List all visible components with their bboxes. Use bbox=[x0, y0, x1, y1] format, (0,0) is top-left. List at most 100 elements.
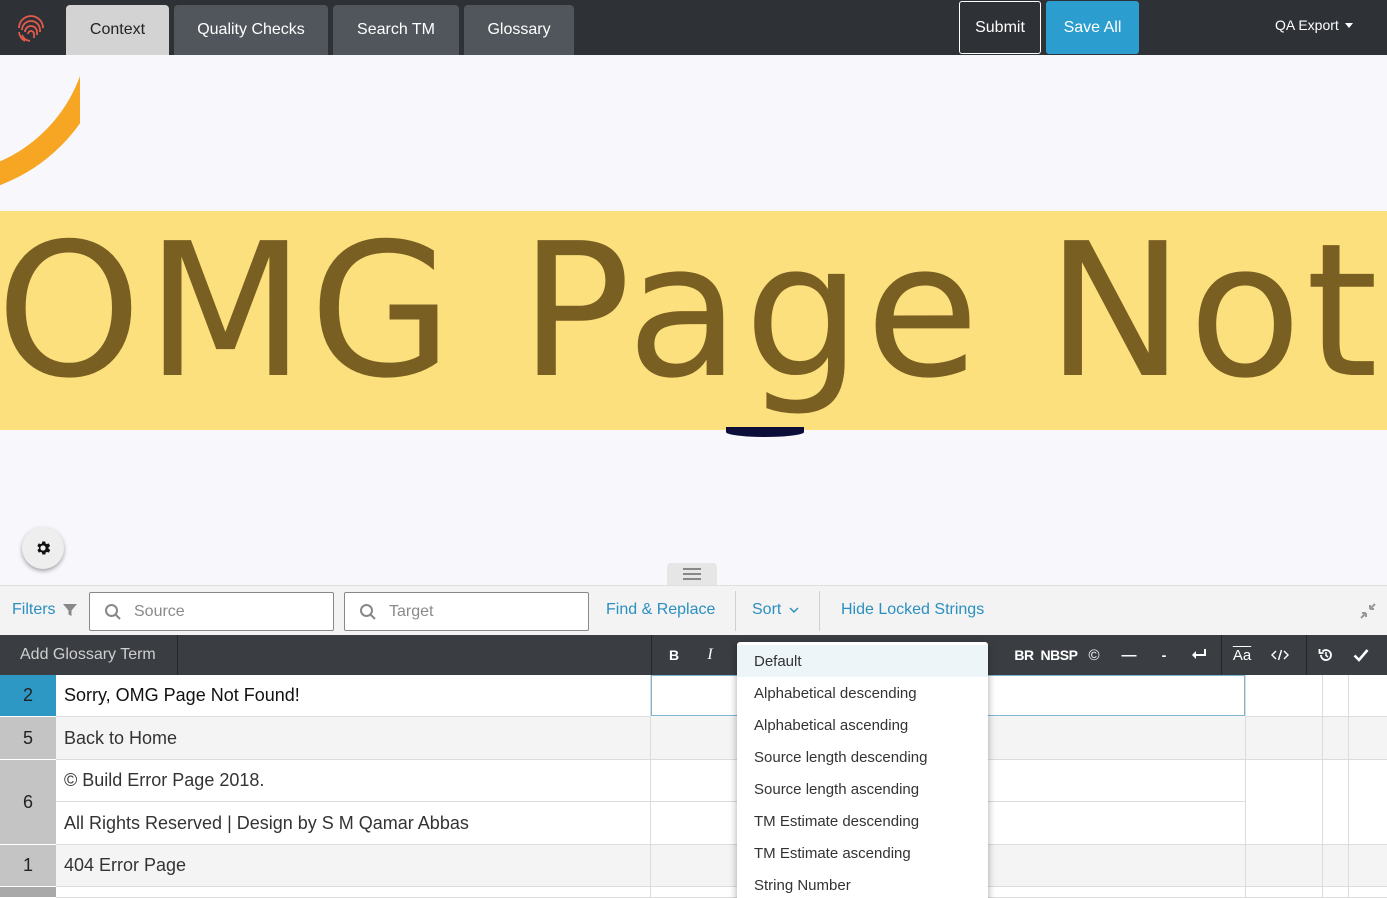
filters-button[interactable]: Filters bbox=[12, 601, 78, 619]
check-icon bbox=[1353, 649, 1369, 662]
table-row[interactable]: 2 Sorry, OMG Page Not Found! bbox=[0, 675, 1387, 717]
sort-option-alpha-desc[interactable]: Alphabetical descending bbox=[737, 677, 988, 709]
confirm-button[interactable] bbox=[1349, 635, 1373, 675]
source-cell[interactable]: 404 Error Page bbox=[56, 845, 651, 887]
context-preview: OMG Page Not F bbox=[0, 55, 1387, 585]
return-arrow-icon bbox=[1192, 649, 1206, 659]
hyphen-button[interactable]: - bbox=[1152, 635, 1176, 675]
code-icon bbox=[1271, 649, 1289, 661]
cell bbox=[1348, 845, 1387, 887]
banner-heading: OMG Page Not F bbox=[0, 211, 1387, 419]
cell bbox=[1245, 845, 1322, 887]
italic-button[interactable]: I bbox=[696, 635, 724, 675]
top-bar: Context Quality Checks Search TM Glossar… bbox=[0, 0, 1387, 55]
settings-button[interactable] bbox=[22, 527, 64, 569]
source-cell[interactable]: Sorry, OMG Page Not Found! bbox=[56, 675, 651, 717]
qa-export-label: QA Export bbox=[1275, 17, 1339, 33]
qa-export-dropdown[interactable]: QA Export bbox=[1275, 17, 1353, 33]
em-dash-button[interactable]: — bbox=[1117, 635, 1141, 675]
source-cell[interactable]: © Build Error Page 2018. bbox=[56, 760, 651, 802]
cell bbox=[1322, 760, 1348, 845]
table-row[interactable]: 5 Back to Home bbox=[0, 717, 1387, 760]
sort-button[interactable]: Sort bbox=[752, 601, 799, 619]
string-number bbox=[0, 887, 56, 898]
divider bbox=[735, 591, 736, 631]
search-icon bbox=[105, 603, 121, 620]
sort-option-length-asc[interactable]: Source length ascending bbox=[737, 773, 988, 805]
cell bbox=[1348, 675, 1387, 717]
sort-option-string-number[interactable]: String Number bbox=[737, 869, 988, 898]
sort-option-tm-asc[interactable]: TM Estimate ascending bbox=[737, 837, 988, 869]
target-search-input[interactable] bbox=[389, 602, 569, 621]
line-break-button[interactable]: BR bbox=[1012, 635, 1036, 675]
bold-button[interactable]: B bbox=[660, 635, 688, 675]
cell bbox=[1322, 845, 1348, 887]
history-icon bbox=[1318, 649, 1332, 661]
tab-context[interactable]: Context bbox=[66, 5, 169, 55]
divider bbox=[651, 635, 652, 675]
divider bbox=[1306, 635, 1307, 675]
tab-label: Quality Checks bbox=[197, 21, 305, 38]
tab-label: Search TM bbox=[357, 21, 435, 38]
decorative-shape bbox=[726, 427, 804, 437]
change-case-button[interactable]: Aa bbox=[1229, 635, 1255, 675]
cell bbox=[1245, 760, 1322, 845]
cell bbox=[1322, 717, 1348, 760]
sort-option-tm-desc[interactable]: TM Estimate descending bbox=[737, 805, 988, 837]
divider bbox=[1221, 635, 1222, 675]
table-row[interactable] bbox=[0, 887, 1387, 898]
undo-button[interactable] bbox=[1314, 635, 1338, 675]
cell bbox=[1348, 717, 1387, 760]
decorative-arc bbox=[0, 75, 80, 186]
source-cell[interactable]: All Rights Reserved | Design by S M Qama… bbox=[56, 802, 651, 845]
submit-button[interactable]: Submit bbox=[959, 1, 1041, 54]
add-glossary-term-button[interactable]: Add Glossary Term bbox=[0, 635, 178, 675]
menu-lines-icon bbox=[683, 568, 701, 580]
filter-icon bbox=[62, 604, 77, 616]
filters-label: Filters bbox=[12, 601, 56, 618]
sort-label: Sort bbox=[752, 601, 782, 618]
hide-locked-strings-button[interactable]: Hide Locked Strings bbox=[841, 601, 984, 619]
source-search-box bbox=[89, 592, 334, 631]
cell bbox=[1245, 675, 1322, 717]
sort-option-alpha-asc[interactable]: Alphabetical ascending bbox=[737, 709, 988, 741]
find-replace-button[interactable]: Find & Replace bbox=[606, 601, 715, 619]
string-number: 5 bbox=[0, 717, 56, 760]
source-cell[interactable]: Back to Home bbox=[56, 717, 651, 760]
tab-glossary[interactable]: Glossary bbox=[464, 5, 574, 55]
resize-handle[interactable] bbox=[667, 563, 717, 585]
submit-label: Submit bbox=[975, 18, 1025, 36]
tab-quality-checks[interactable]: Quality Checks bbox=[174, 5, 328, 55]
preview-banner: OMG Page Not F bbox=[0, 211, 1387, 430]
sort-option-default[interactable]: Default bbox=[737, 645, 988, 677]
source-cell[interactable] bbox=[56, 887, 651, 898]
cell bbox=[1348, 760, 1387, 845]
code-button[interactable] bbox=[1266, 635, 1294, 675]
nbsp-button[interactable]: NBSP bbox=[1040, 635, 1078, 675]
enter-button[interactable] bbox=[1186, 635, 1212, 675]
table-row[interactable]: 1 404 Error Page bbox=[0, 845, 1387, 887]
tab-search-tm[interactable]: Search TM bbox=[333, 5, 459, 55]
sort-dropdown-menu: Default Alphabetical descending Alphabet… bbox=[737, 642, 988, 898]
caret-down-icon bbox=[1344, 22, 1353, 28]
target-search-box bbox=[344, 592, 589, 631]
fingerprint-logo-icon[interactable] bbox=[14, 11, 48, 45]
copyright-button[interactable]: © bbox=[1083, 635, 1105, 675]
cell bbox=[1322, 675, 1348, 717]
chevron-down-icon bbox=[789, 606, 799, 613]
divider bbox=[819, 591, 820, 631]
cell bbox=[1348, 887, 1387, 898]
sort-option-length-desc[interactable]: Source length descending bbox=[737, 741, 988, 773]
tab-label: Context bbox=[89, 21, 146, 38]
string-number: 6 bbox=[0, 760, 56, 845]
save-all-label: Save All bbox=[1063, 18, 1122, 36]
table-row[interactable]: 6 © Build Error Page 2018. All Rights Re… bbox=[0, 760, 1387, 845]
string-number: 1 bbox=[0, 845, 56, 887]
filter-bar: Filters Find & Replace Sort Hide Locked … bbox=[0, 585, 1387, 635]
tab-label: Glossary bbox=[487, 21, 551, 38]
editor-toolbar: Add Glossary Term B I BR NBSP © — - Aa bbox=[0, 635, 1387, 675]
collapse-icon[interactable] bbox=[1359, 602, 1377, 620]
search-icon bbox=[360, 603, 376, 620]
save-all-button[interactable]: Save All bbox=[1046, 1, 1139, 54]
source-search-input[interactable] bbox=[134, 602, 314, 621]
